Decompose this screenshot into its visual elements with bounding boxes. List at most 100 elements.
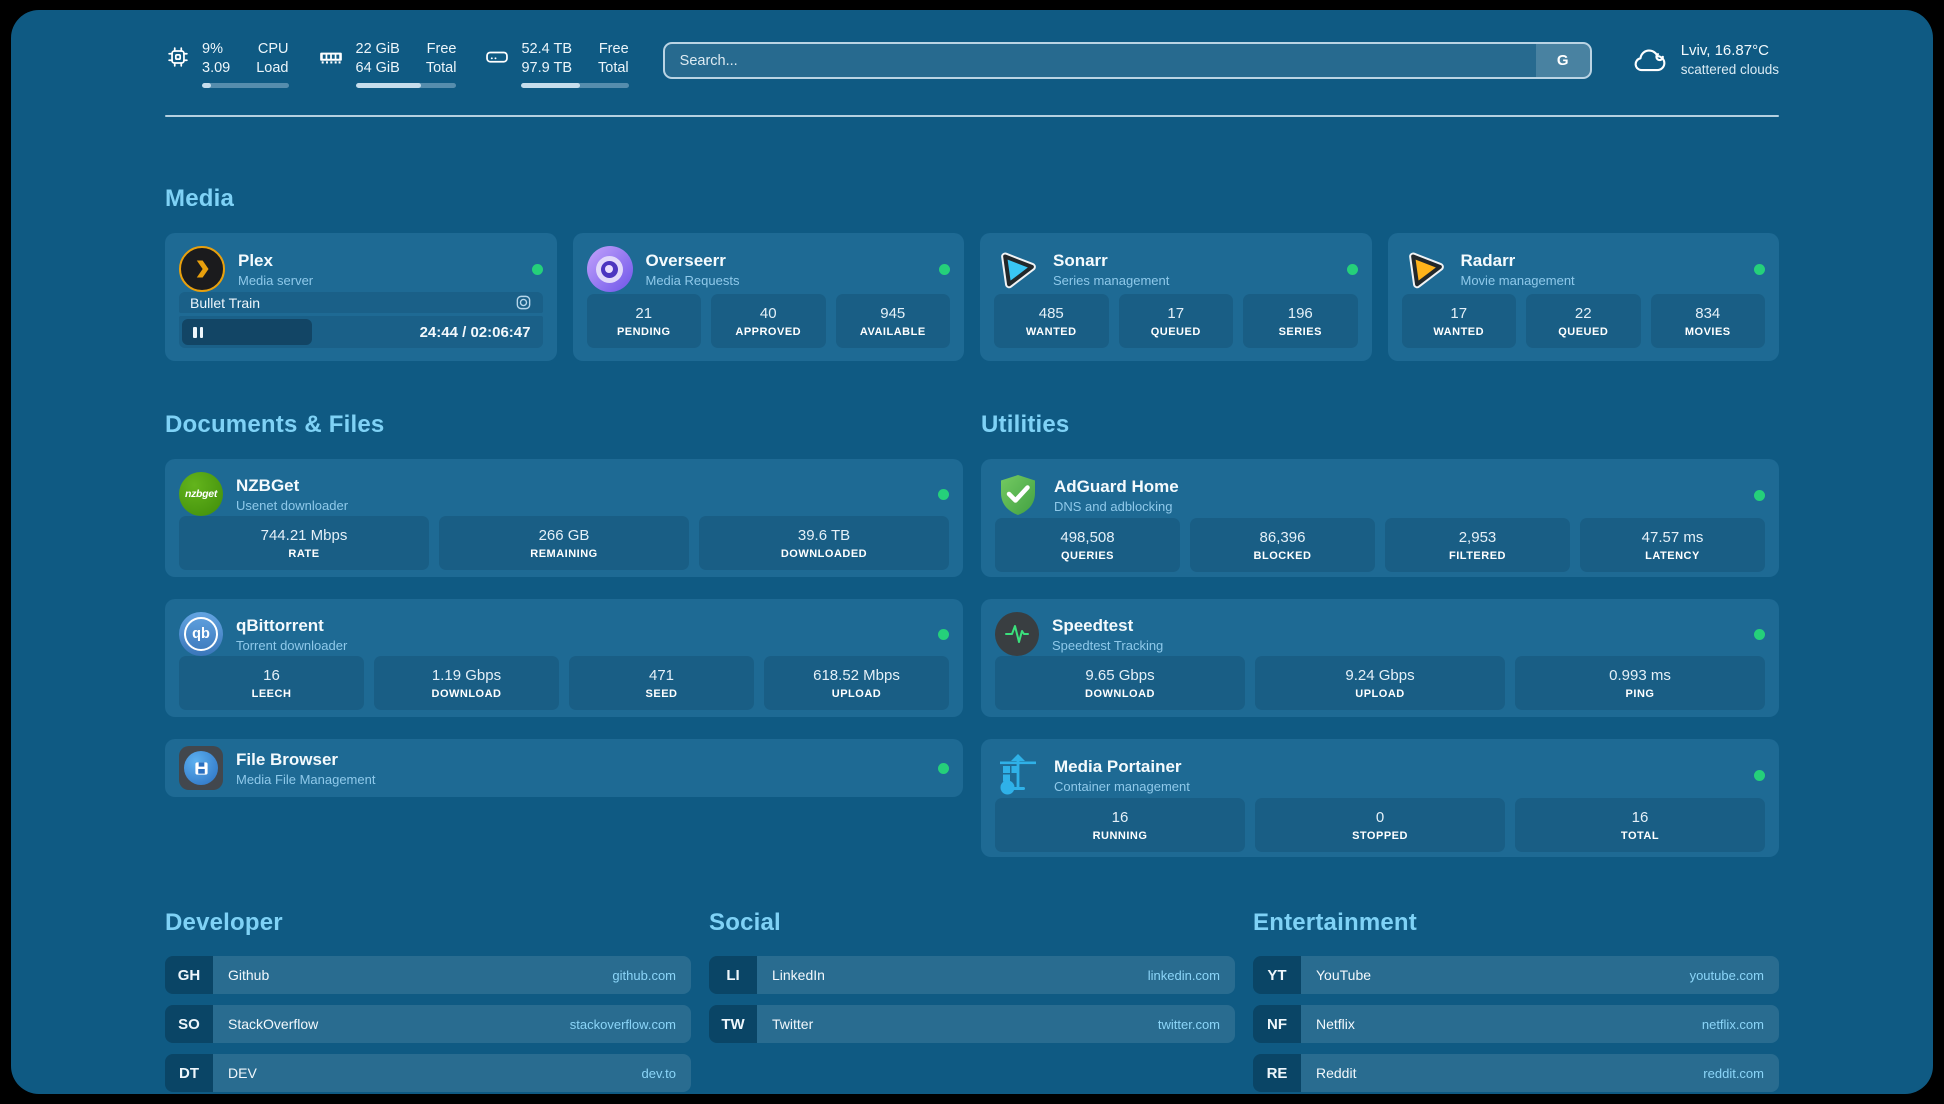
status-dot xyxy=(938,763,949,774)
pause-button[interactable] xyxy=(182,319,312,345)
app-card-speedtest[interactable]: Speedtest Speedtest Tracking 9.65 Gbps D… xyxy=(981,599,1779,717)
stat-box-latency: 47.57 ms LATENCY xyxy=(1580,518,1765,572)
bookmark-group-developer: Developer GH Githubgithub.com SO StackOv… xyxy=(165,909,691,1092)
stat-value: 2,953 xyxy=(1459,529,1497,546)
cpu-stat: 9% CPU 3.09 Load xyxy=(165,40,289,88)
bookmark-abbr: GH xyxy=(165,956,213,994)
app-description: Torrent downloader xyxy=(236,638,347,653)
memory-free-label: Free xyxy=(426,40,457,59)
stat-label: MOVIES xyxy=(1685,326,1731,338)
app-card-filebrowser[interactable]: File Browser Media File Management xyxy=(165,739,963,797)
stat-label: FILTERED xyxy=(1449,550,1506,562)
app-card-qbittorrent[interactable]: qb qBittorrent Torrent downloader 16 xyxy=(165,599,963,717)
section-title-documents: Documents & Files xyxy=(165,411,963,439)
stat-value: 21 xyxy=(635,305,652,322)
status-dot xyxy=(938,629,949,640)
stat-value: 9.65 Gbps xyxy=(1085,667,1154,684)
bookmark-url: dev.to xyxy=(642,1066,676,1081)
search-provider-button[interactable]: G xyxy=(1536,44,1590,77)
app-name: Radarr xyxy=(1461,251,1575,271)
stat-label: TOTAL xyxy=(1621,830,1659,842)
bookmark-dev[interactable]: DT DEVdev.to xyxy=(165,1054,691,1092)
stat-label: QUEUED xyxy=(1151,326,1201,338)
app-name: Plex xyxy=(238,251,313,271)
stat-value: 498,508 xyxy=(1060,529,1114,546)
bookmark-abbr: YT xyxy=(1253,956,1301,994)
stat-box-leech: 16 LEECH xyxy=(179,656,364,710)
player-controls-row: 24:44 / 02:06:47 xyxy=(179,316,543,348)
bookmark-name: Github xyxy=(228,967,269,983)
cpu-usage-label: CPU xyxy=(256,40,288,59)
stat-label: WANTED xyxy=(1433,326,1484,338)
section-title-utilities: Utilities xyxy=(981,411,1779,439)
now-playing-row: Bullet Train xyxy=(179,292,543,313)
weather-widget[interactable]: Lviv, 16.87°C scattered clouds xyxy=(1632,41,1779,79)
stat-box-queries: 498,508 QUERIES xyxy=(995,518,1180,572)
app-card-plex[interactable]: Plex Media server Bullet Train 24:44 / xyxy=(165,233,557,361)
stat-label: PENDING xyxy=(617,326,671,338)
memory-progress-bar xyxy=(356,83,457,88)
cpu-usage-value: 9% xyxy=(202,40,230,59)
stat-box-ping: 0.993 ms PING xyxy=(1515,656,1765,710)
app-card-adguard[interactable]: AdGuard Home DNS and adblocking 498,508 … xyxy=(981,459,1779,577)
stat-value: 16 xyxy=(1112,809,1129,826)
disk-total-label: Total xyxy=(598,59,629,78)
bookmark-stackoverflow[interactable]: SO StackOverflowstackoverflow.com xyxy=(165,1005,691,1043)
app-name: Sonarr xyxy=(1053,251,1169,271)
memory-icon xyxy=(317,44,345,70)
bookmark-youtube[interactable]: YT YouTubeyoutube.com xyxy=(1253,956,1779,994)
disk-free-label: Free xyxy=(598,40,629,59)
bookmark-reddit[interactable]: RE Redditreddit.com xyxy=(1253,1054,1779,1092)
app-card-portainer[interactable]: Media Portainer Container management 16 … xyxy=(981,739,1779,857)
app-card-sonarr[interactable]: Sonarr Series management 485 WANTED 17 Q… xyxy=(980,233,1372,361)
bookmark-abbr: NF xyxy=(1253,1005,1301,1043)
stat-box-rate: 744.21 Mbps RATE xyxy=(179,516,429,570)
stat-box-approved: 40 APPROVED xyxy=(711,294,826,348)
bookmark-twitter[interactable]: TW Twittertwitter.com xyxy=(709,1005,1235,1043)
stat-value: 47.57 ms xyxy=(1642,529,1704,546)
status-dot xyxy=(1754,490,1765,501)
app-card-overseerr[interactable]: Overseerr Media Requests 21 PENDING 40 A… xyxy=(573,233,965,361)
stat-box-total: 16 TOTAL xyxy=(1515,798,1765,852)
bookmark-netflix[interactable]: NF Netflixnetflix.com xyxy=(1253,1005,1779,1043)
now-playing-title: Bullet Train xyxy=(190,295,260,311)
stat-label: QUEUED xyxy=(1558,326,1608,338)
bookmark-abbr: LI xyxy=(709,956,757,994)
bookmark-linkedin[interactable]: LI LinkedInlinkedin.com xyxy=(709,956,1235,994)
app-description: Container management xyxy=(1054,779,1190,794)
app-description: Usenet downloader xyxy=(236,498,348,513)
stat-label: AVAILABLE xyxy=(860,326,926,338)
adguard-icon xyxy=(995,472,1041,518)
stat-label: REMAINING xyxy=(530,548,597,560)
stat-label: PING xyxy=(1626,688,1655,700)
app-description: Series management xyxy=(1053,273,1169,288)
disk-stat: 52.4 TB Free 97.9 TB Total xyxy=(484,40,628,88)
status-dot xyxy=(939,264,950,275)
overseerr-icon xyxy=(587,246,633,292)
disk-icon xyxy=(484,44,510,70)
search-input[interactable] xyxy=(665,44,1536,77)
stat-label: DOWNLOAD xyxy=(432,688,502,700)
stat-label: LEECH xyxy=(252,688,292,700)
app-card-nzbget[interactable]: nzbget NZBGet Usenet downloader 744.21 M… xyxy=(165,459,963,577)
stat-label: STOPPED xyxy=(1352,830,1408,842)
stat-label: QUERIES xyxy=(1061,550,1114,562)
documents-column: Documents & Files nzbget NZBGet Usenet d… xyxy=(165,411,963,857)
stat-value: 16 xyxy=(1632,809,1649,826)
stat-box-running: 16 RUNNING xyxy=(995,798,1245,852)
stat-box-queued: 17 QUEUED xyxy=(1119,294,1234,348)
app-card-radarr[interactable]: Radarr Movie management 17 WANTED 22 QUE… xyxy=(1388,233,1780,361)
app-description: Media Requests xyxy=(646,273,740,288)
stat-value: 266 GB xyxy=(539,527,590,544)
stat-label: WANTED xyxy=(1026,326,1077,338)
cpu-progress-bar xyxy=(202,83,289,88)
stat-box-stopped: 0 STOPPED xyxy=(1255,798,1505,852)
stat-label: DOWNLOADED xyxy=(781,548,867,560)
stat-box-available: 945 AVAILABLE xyxy=(836,294,951,348)
stat-value: 1.19 Gbps xyxy=(432,667,501,684)
stat-value: 471 xyxy=(649,667,674,684)
bookmark-github[interactable]: GH Githubgithub.com xyxy=(165,956,691,994)
stat-label: RATE xyxy=(288,548,319,560)
nzbget-icon: nzbget xyxy=(179,472,223,516)
plex-icon xyxy=(179,246,225,292)
